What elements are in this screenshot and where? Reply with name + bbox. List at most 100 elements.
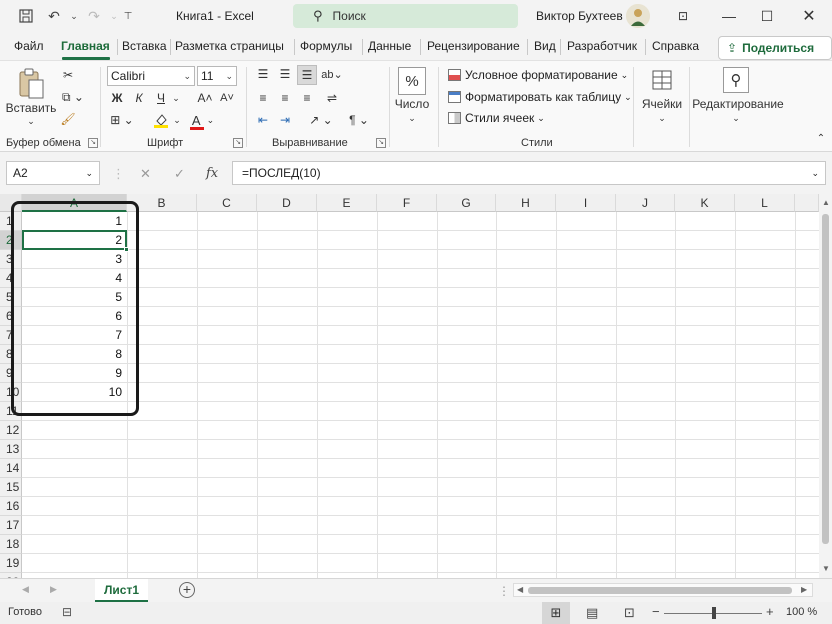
align-right-icon[interactable]: ≡ bbox=[298, 89, 316, 107]
align-center-icon[interactable]: ≡ bbox=[276, 89, 294, 107]
maximize-button[interactable]: ☐ bbox=[744, 0, 790, 32]
row-header-13[interactable]: 13 bbox=[0, 440, 22, 459]
editing-dropdown-icon[interactable]: ⌄ bbox=[729, 111, 743, 125]
tab-home[interactable]: Главная bbox=[61, 39, 110, 53]
column-header-e[interactable]: E bbox=[317, 194, 377, 212]
column-header-l[interactable]: L bbox=[735, 194, 795, 212]
tab-formulas[interactable]: Формулы bbox=[300, 39, 352, 53]
conditional-formatting-button[interactable]: Условное форматирование ⌄ bbox=[448, 68, 628, 82]
collapse-ribbon-icon[interactable]: ⌃ bbox=[814, 131, 828, 145]
scroll-down-icon[interactable]: ▼ bbox=[822, 564, 830, 573]
zoom-level[interactable]: 100 % bbox=[786, 606, 817, 618]
zoom-in-icon[interactable]: + bbox=[766, 604, 774, 619]
paste-button[interactable]: Вставить bbox=[6, 101, 57, 115]
number-button[interactable]: Число bbox=[392, 97, 432, 111]
cells-dropdown-icon[interactable]: ⌄ bbox=[655, 111, 669, 125]
column-header-k[interactable]: K bbox=[675, 194, 735, 212]
tab-insert[interactable]: Вставка bbox=[122, 39, 167, 53]
borders-icon[interactable]: ⊞ ⌄ bbox=[108, 111, 136, 129]
increase-indent-icon[interactable]: ⇥ bbox=[276, 111, 294, 129]
font-size-combo[interactable]: 11 ⌄ bbox=[197, 66, 237, 86]
font-color-icon[interactable]: A ⌄ bbox=[186, 111, 220, 130]
page-break-view-icon[interactable]: ⊡ bbox=[624, 605, 635, 621]
row-header-15[interactable]: 15 bbox=[0, 478, 22, 497]
ribbon-display-icon[interactable]: ⊡ bbox=[660, 0, 706, 32]
page-layout-view-icon[interactable]: ▤ bbox=[586, 605, 598, 621]
column-header-overflow[interactable] bbox=[795, 194, 819, 212]
share-button[interactable]: ⇪ Поделиться bbox=[718, 36, 832, 60]
column-header-j[interactable]: J bbox=[616, 194, 675, 212]
close-button[interactable]: ✕ bbox=[786, 0, 832, 32]
column-header-d[interactable]: D bbox=[257, 194, 317, 212]
save-icon[interactable] bbox=[16, 6, 36, 26]
tab-page-layout[interactable]: Разметка страницы bbox=[175, 39, 284, 53]
percent-icon[interactable]: % bbox=[398, 67, 426, 95]
row-header-17[interactable]: 17 bbox=[0, 516, 22, 535]
accessibility-icon[interactable]: ⊟ bbox=[62, 605, 72, 619]
italic-button[interactable]: К bbox=[130, 89, 148, 107]
redo-icon[interactable]: ↷ bbox=[84, 6, 104, 26]
undo-icon[interactable]: ↶ bbox=[44, 6, 64, 26]
copy-icon[interactable]: ⧉ ⌄ bbox=[58, 89, 88, 105]
user-name[interactable]: Виктор Бухтеев bbox=[536, 9, 623, 23]
tab-help[interactable]: Справка bbox=[652, 39, 699, 53]
text-direction-icon[interactable]: ↗ ⌄ bbox=[306, 111, 336, 129]
next-sheet-icon[interactable]: ▶ bbox=[50, 584, 57, 595]
orientation-icon[interactable]: ab⌄ bbox=[321, 65, 342, 83]
row-header-14[interactable]: 14 bbox=[0, 459, 22, 478]
vertical-scrollbar[interactable]: ▲ ▼ bbox=[819, 194, 832, 578]
cells-icon[interactable] bbox=[649, 67, 675, 93]
bold-button[interactable]: Ж bbox=[108, 89, 126, 107]
merge-cells-icon[interactable]: ¶ ⌄ bbox=[344, 111, 374, 129]
formula-input[interactable]: =ПОСЛЕД(10) ⌄ bbox=[232, 161, 826, 185]
scroll-up-icon[interactable]: ▲ bbox=[822, 198, 830, 207]
wrap-text-icon[interactable]: ⇌ bbox=[323, 89, 341, 107]
scroll-right-icon[interactable]: ▶ bbox=[801, 585, 807, 594]
horizontal-scroll-thumb[interactable] bbox=[528, 587, 792, 594]
format-as-table-button[interactable]: Форматировать как таблицу ⌄ bbox=[448, 90, 632, 104]
undo-dropdown-icon[interactable]: ⌄ bbox=[64, 6, 84, 26]
font-launcher-icon[interactable]: ↘ bbox=[233, 138, 243, 148]
name-box[interactable]: A2 ⌄ bbox=[6, 161, 100, 185]
column-header-f[interactable]: F bbox=[377, 194, 437, 212]
tab-review[interactable]: Рецензирование bbox=[427, 39, 520, 53]
tab-file[interactable]: Файл bbox=[14, 39, 44, 53]
clipboard-launcher-icon[interactable]: ↘ bbox=[88, 138, 98, 148]
cut-icon[interactable]: ✂ bbox=[60, 67, 76, 83]
row-header-16[interactable]: 16 bbox=[0, 497, 22, 516]
column-header-h[interactable]: H bbox=[496, 194, 556, 212]
search-icon[interactable]: ⚲ bbox=[723, 67, 749, 93]
row-header-12[interactable]: 12 bbox=[0, 421, 22, 440]
prev-sheet-icon[interactable]: ◀ bbox=[22, 584, 29, 595]
search-box[interactable]: ⚲ Поиск bbox=[293, 4, 518, 28]
column-header-c[interactable]: C bbox=[197, 194, 257, 212]
zoom-slider-thumb[interactable] bbox=[712, 607, 716, 619]
enter-icon[interactable]: ✓ bbox=[174, 166, 185, 182]
align-top-icon[interactable]: ☰ bbox=[254, 65, 272, 83]
align-bottom-icon[interactable]: ☰ bbox=[297, 65, 317, 85]
customize-toolbar-icon[interactable]: ⊤ bbox=[118, 6, 138, 26]
underline-button[interactable]: Ч bbox=[152, 89, 170, 107]
align-left-icon[interactable]: ≡ bbox=[254, 89, 272, 107]
underline-dropdown-icon[interactable]: ⌄ bbox=[170, 89, 182, 107]
vertical-scroll-thumb[interactable] bbox=[822, 214, 829, 544]
cells-button[interactable]: Ячейки bbox=[640, 97, 684, 111]
sheet-tab[interactable]: Лист1 bbox=[95, 579, 148, 602]
alignment-launcher-icon[interactable]: ↘ bbox=[376, 138, 386, 148]
horizontal-scrollbar[interactable]: ◀ ▶ bbox=[513, 583, 813, 597]
zoom-out-icon[interactable]: − bbox=[652, 604, 660, 619]
insert-function-icon[interactable]: fx bbox=[206, 166, 218, 181]
align-middle-icon[interactable]: ☰ bbox=[276, 65, 294, 83]
column-header-g[interactable]: G bbox=[437, 194, 496, 212]
tab-developer[interactable]: Разработчик bbox=[567, 39, 637, 53]
row-header-19[interactable]: 19 bbox=[0, 554, 22, 573]
decrease-indent-icon[interactable]: ⇤ bbox=[254, 111, 272, 129]
row-header-18[interactable]: 18 bbox=[0, 535, 22, 554]
cell-styles-button[interactable]: Стили ячеек ⌄ bbox=[448, 111, 545, 125]
add-sheet-icon[interactable]: + bbox=[179, 582, 195, 598]
font-name-combo[interactable]: Calibri ⌄ bbox=[107, 66, 195, 86]
avatar[interactable] bbox=[626, 4, 650, 28]
number-dropdown-icon[interactable]: ⌄ bbox=[405, 111, 419, 125]
paste-icon[interactable] bbox=[14, 67, 48, 101]
cancel-icon[interactable]: ✕ bbox=[140, 166, 151, 182]
